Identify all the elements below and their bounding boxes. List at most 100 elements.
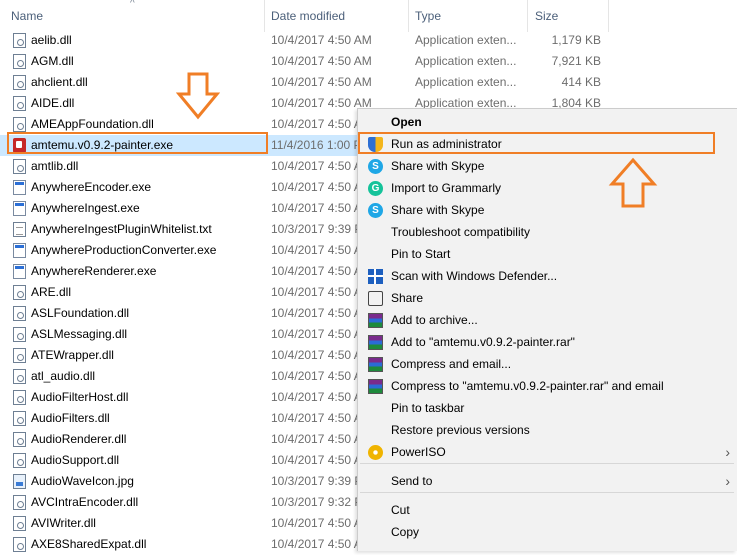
dll-file-icon bbox=[13, 537, 26, 552]
dll-file-icon bbox=[13, 327, 26, 342]
winrar-icon bbox=[368, 313, 383, 328]
menu-item-label: Send to bbox=[391, 474, 433, 488]
file-date-modified: 10/4/2017 4:50 A bbox=[271, 327, 362, 341]
file-date-modified: 10/3/2017 9:39 P bbox=[271, 222, 363, 236]
file-name: AudioWaveIcon.jpg bbox=[31, 474, 134, 488]
dll-file-icon bbox=[13, 495, 26, 510]
exe-file-icon bbox=[13, 243, 26, 258]
dll-file-icon bbox=[13, 96, 26, 111]
file-date-modified: 11/4/2016 1:00 P bbox=[271, 138, 362, 152]
file-name: AnywhereRenderer.exe bbox=[31, 264, 157, 278]
dll-file-icon bbox=[13, 159, 26, 174]
menu-item-pin-to-taskbar[interactable]: Pin to taskbar bbox=[358, 397, 737, 419]
dll-file-icon bbox=[13, 432, 26, 447]
file-type: Application exten... bbox=[415, 54, 517, 68]
file-date-modified: 10/4/2017 4:50 A bbox=[271, 390, 362, 404]
selected-file-highlight bbox=[7, 132, 268, 154]
winrar-icon bbox=[368, 379, 383, 394]
file-name: ahclient.dll bbox=[31, 75, 88, 89]
menu-item-cut[interactable]: Cut bbox=[358, 499, 737, 521]
jpg-file-icon bbox=[13, 474, 26, 489]
file-date-modified: 10/4/2017 4:50 AM bbox=[271, 54, 372, 68]
menu-item-compress-to-amtemu-v0-9-2-painter-rar-and-email[interactable]: Compress to "amtemu.v0.9.2-painter.rar" … bbox=[358, 375, 737, 397]
file-date-modified: 10/4/2017 4:50 A bbox=[271, 243, 362, 257]
menu-item-import-to-grammarly[interactable]: G Import to Grammarly bbox=[358, 177, 737, 199]
menu-item-compress-and-email[interactable]: Compress and email... bbox=[358, 353, 737, 375]
file-name: AudioSupport.dll bbox=[31, 453, 120, 467]
file-date-modified: 10/4/2017 4:50 A bbox=[271, 411, 362, 425]
column-divider[interactable] bbox=[608, 0, 609, 32]
dll-file-icon bbox=[13, 390, 26, 405]
exe-file-icon bbox=[13, 264, 26, 279]
skype-icon: S bbox=[368, 203, 383, 218]
column-divider[interactable] bbox=[408, 0, 409, 32]
menu-item-poweriso[interactable]: PowerISO › bbox=[358, 441, 737, 463]
column-type-header[interactable]: Type bbox=[415, 0, 441, 32]
menu-item-share[interactable]: Share bbox=[358, 287, 737, 309]
dll-file-icon bbox=[13, 75, 26, 90]
menu-item-label: Cut bbox=[391, 503, 410, 517]
menu-item-add-to-amtemu-v0-9-2-painter-rar[interactable]: Add to "amtemu.v0.9.2-painter.rar" bbox=[358, 331, 737, 353]
dll-file-icon bbox=[13, 516, 26, 531]
file-size: 7,921 KB bbox=[551, 54, 601, 68]
column-name-header[interactable]: Name bbox=[11, 0, 43, 32]
dll-file-icon bbox=[13, 285, 26, 300]
dll-file-icon bbox=[13, 411, 26, 426]
grammarly-icon: G bbox=[368, 181, 383, 196]
column-divider[interactable] bbox=[264, 0, 265, 32]
file-name: ASLFoundation.dll bbox=[31, 306, 130, 320]
menu-item-copy[interactable]: Copy bbox=[358, 521, 737, 543]
down-arrow-annotation bbox=[176, 72, 220, 120]
menu-item-scan-with-windows-defender[interactable]: Scan with Windows Defender... bbox=[358, 265, 737, 287]
menu-separator bbox=[360, 492, 734, 493]
file-date-modified: 10/4/2017 4:50 A bbox=[271, 201, 362, 215]
file-date-modified: 10/4/2017 4:50 A bbox=[271, 432, 362, 446]
txt-file-icon bbox=[13, 222, 26, 237]
column-size-header[interactable]: Size bbox=[535, 0, 558, 32]
menu-item-share-with-skype[interactable]: S Share with Skype bbox=[358, 199, 737, 221]
file-name: AudioRenderer.dll bbox=[31, 432, 127, 446]
winrar-icon bbox=[368, 335, 383, 350]
file-name: AudioFilterHost.dll bbox=[31, 390, 129, 404]
menu-item-open[interactable]: Open bbox=[358, 111, 737, 133]
menu-item-add-to-archive[interactable]: Add to archive... bbox=[358, 309, 737, 331]
sort-ascending-icon: ^ bbox=[130, 0, 135, 9]
file-name: aelib.dll bbox=[31, 33, 72, 47]
menu-item-label: Compress and email... bbox=[391, 357, 512, 371]
file-date-modified: 10/3/2017 9:32 P bbox=[271, 495, 363, 509]
menu-item-label: Open bbox=[391, 115, 422, 129]
menu-item-troubleshoot-compatibility[interactable]: Troubleshoot compatibility bbox=[358, 221, 737, 243]
file-row[interactable]: AGM.dll 10/4/2017 4:50 AM Application exte… bbox=[0, 51, 737, 72]
menu-item-label: Add to "amtemu.v0.9.2-painter.rar" bbox=[391, 335, 575, 349]
share-icon bbox=[368, 291, 383, 306]
file-name: AGM.dll bbox=[31, 54, 74, 68]
menu-item-label: Restore previous versions bbox=[391, 423, 530, 437]
file-name: AIDE.dll bbox=[31, 96, 75, 110]
file-date-modified: 10/4/2017 4:50 A bbox=[271, 159, 362, 173]
menu-item-label: Scan with Windows Defender... bbox=[391, 269, 558, 283]
menu-item-restore-previous-versions[interactable]: Restore previous versions bbox=[358, 419, 737, 441]
file-type: Application exten... bbox=[415, 75, 517, 89]
column-divider[interactable] bbox=[527, 0, 528, 32]
menu-item-label: Share with Skype bbox=[391, 203, 485, 217]
skype-icon: S bbox=[368, 159, 383, 174]
dll-file-icon bbox=[13, 348, 26, 363]
file-row[interactable]: ahclient.dll 10/4/2017 4:50 AM Application… bbox=[0, 72, 737, 93]
menu-item-share-with-skype[interactable]: S Share with Skype bbox=[358, 155, 737, 177]
column-header: Name ^ Date modified Type Size bbox=[0, 0, 737, 32]
file-row[interactable]: aelib.dll 10/4/2017 4:50 AM Application ex… bbox=[0, 30, 737, 51]
exe-file-icon bbox=[13, 201, 26, 216]
menu-item-label: Copy bbox=[391, 525, 420, 539]
winrar-icon bbox=[368, 357, 383, 372]
file-name: AnywhereProductionConverter.exe bbox=[31, 243, 217, 257]
menu-separator bbox=[360, 463, 734, 464]
column-date-header[interactable]: Date modified bbox=[271, 0, 345, 32]
file-date-modified: 10/4/2017 4:50 A bbox=[271, 369, 362, 383]
menu-item-send-to[interactable]: Send to › bbox=[358, 470, 737, 492]
file-date-modified: 10/4/2017 4:50 A bbox=[271, 180, 362, 194]
dll-file-icon bbox=[13, 369, 26, 384]
menu-item-label: Share bbox=[391, 291, 424, 305]
menu-item-pin-to-start[interactable]: Pin to Start bbox=[358, 243, 737, 265]
exe-file-icon bbox=[13, 180, 26, 195]
file-date-modified: 10/4/2017 4:50 A bbox=[271, 516, 362, 530]
